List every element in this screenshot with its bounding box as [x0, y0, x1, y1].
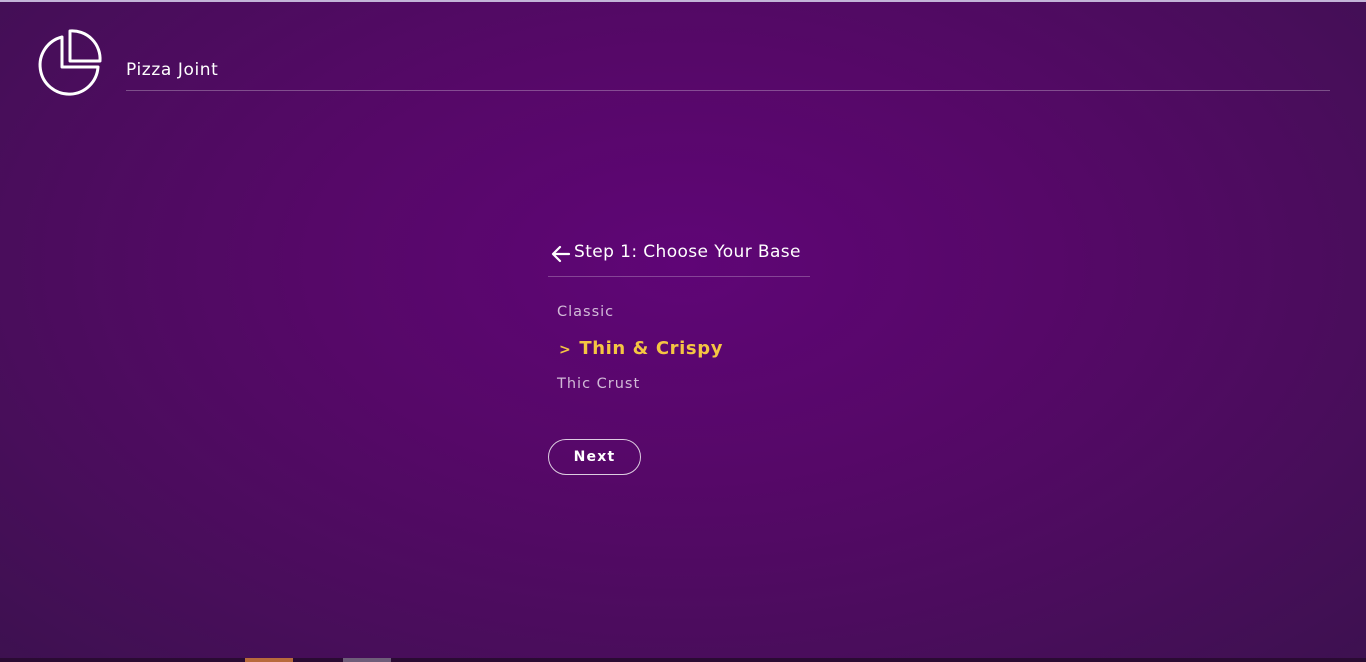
- brand-name[interactable]: Pizza Joint: [126, 60, 218, 80]
- taskbar-item[interactable]: [245, 658, 293, 662]
- chevron-right-icon: >: [559, 342, 572, 358]
- step-header: Step 1: Choose Your Base: [548, 236, 810, 277]
- option-thic-crust[interactable]: Thic Crust: [557, 376, 640, 392]
- option-label: Classic: [557, 304, 615, 320]
- pie-chart-icon[interactable]: [32, 28, 104, 100]
- taskbar-strip: [0, 658, 1366, 662]
- header-divider: [126, 90, 1330, 91]
- step-title: Step 1: Choose Your Base: [574, 242, 801, 262]
- site-header: Pizza Joint: [0, 0, 1366, 100]
- next-button[interactable]: Next: [548, 439, 641, 475]
- option-classic[interactable]: Classic: [557, 304, 614, 320]
- base-selection-panel: Step 1: Choose Your Base Classic > Thin &…: [548, 236, 810, 475]
- option-label: Thin & Crispy: [579, 338, 724, 359]
- option-thin-crispy[interactable]: > Thin & Crispy: [559, 338, 723, 359]
- option-label: Thic Crust: [557, 376, 641, 392]
- taskbar-item[interactable]: [343, 658, 391, 662]
- arrow-left-icon[interactable]: [550, 243, 572, 265]
